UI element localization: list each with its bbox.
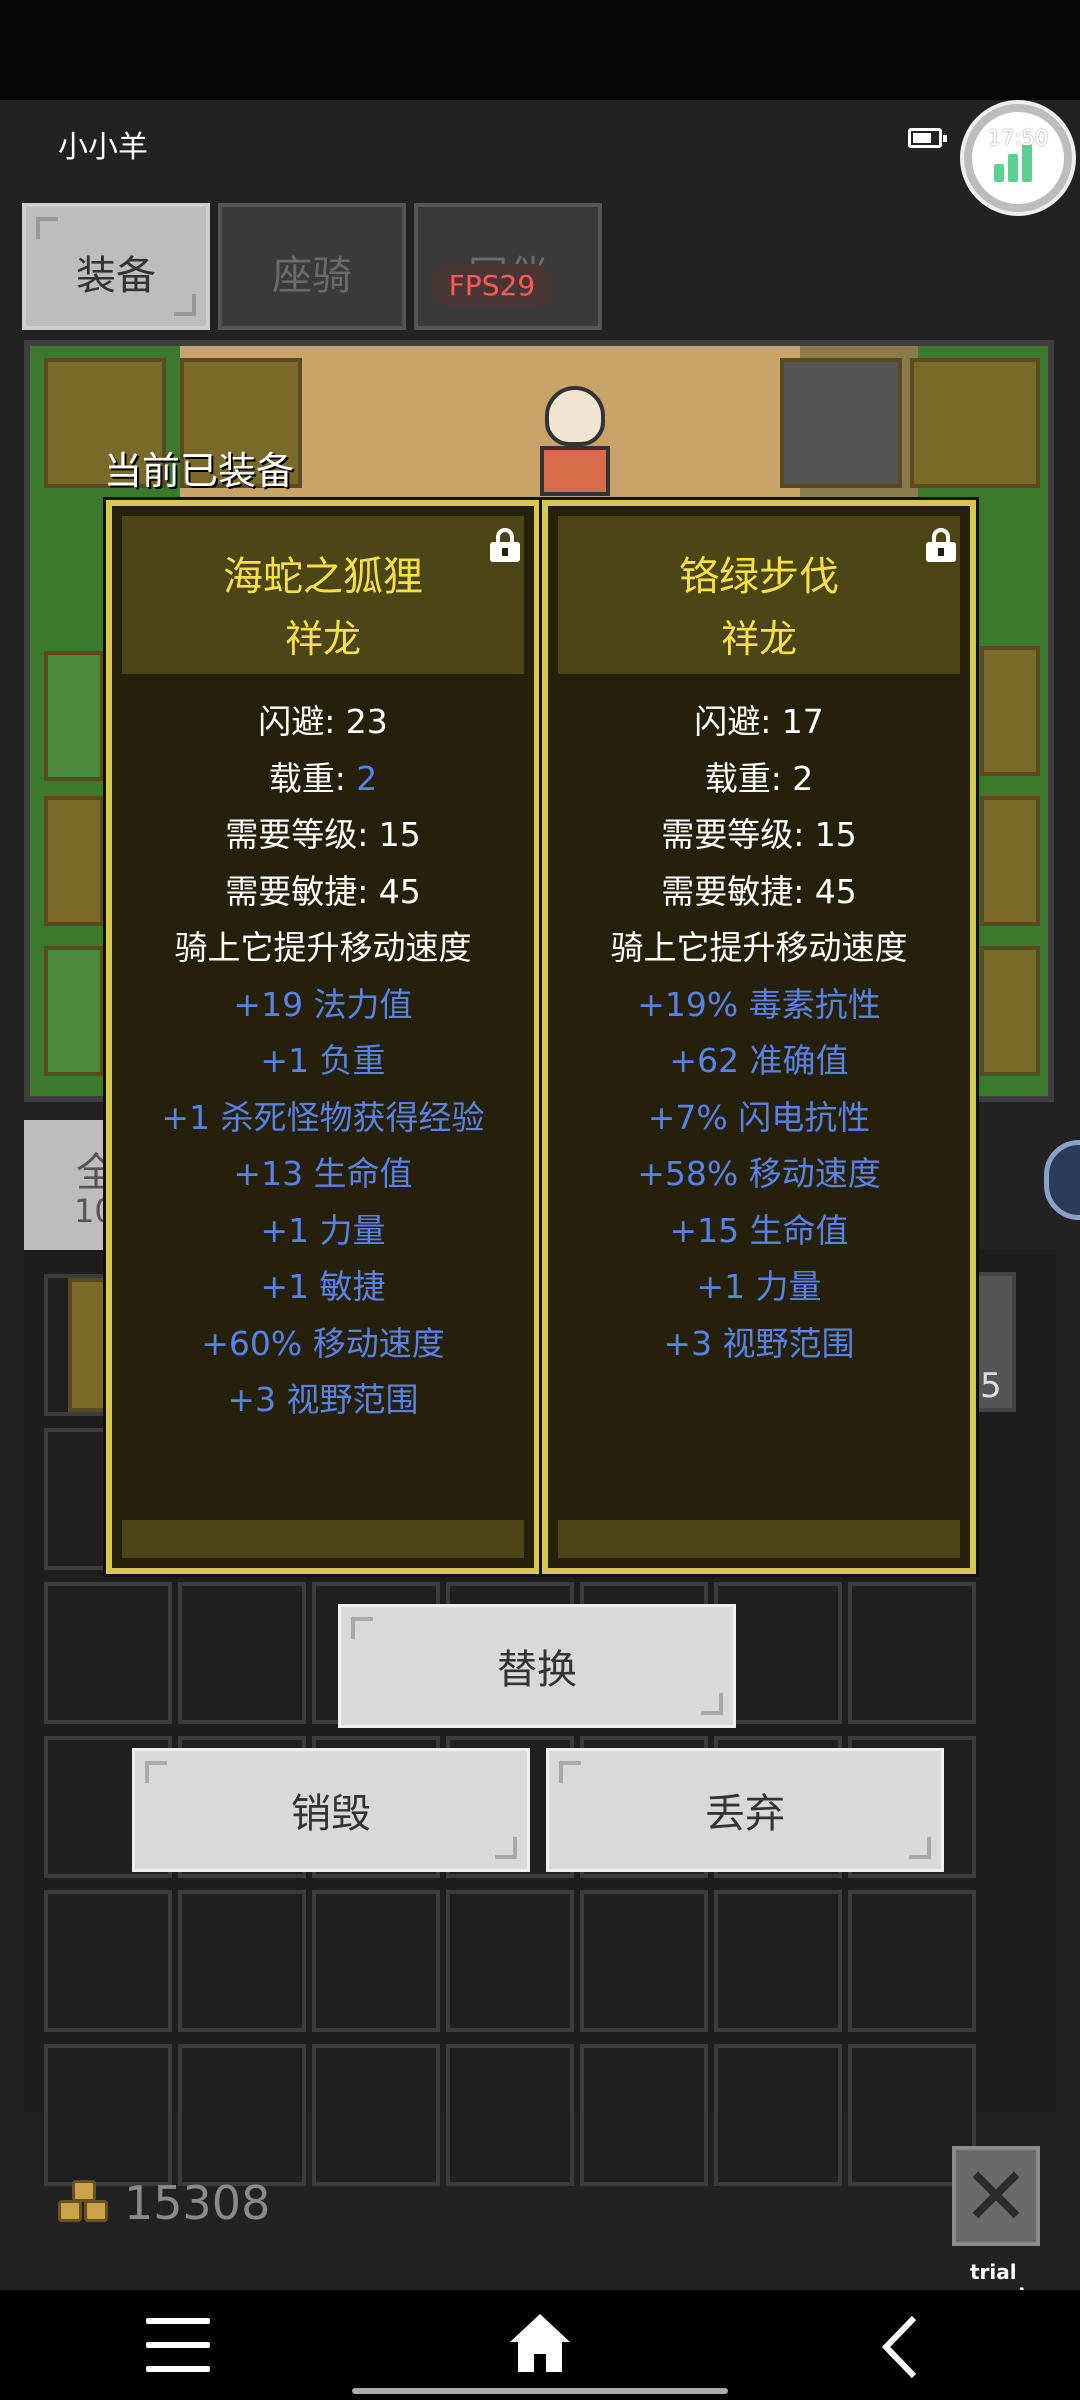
stat-line: +13 生命值 — [233, 1154, 413, 1193]
destroy-button[interactable]: 销毁 — [132, 1748, 530, 1872]
lock-icon[interactable] — [490, 528, 520, 562]
gold-coins-icon — [58, 2180, 112, 2226]
stat-line: +1 力量 — [260, 1210, 386, 1250]
stat-value: 2 — [356, 758, 378, 798]
menu-icon[interactable] — [146, 2318, 210, 2372]
stat-line: +3 视野范围 — [227, 1380, 419, 1419]
inventory-filter-tab[interactable]: 全 10 — [24, 1120, 116, 1250]
stat-line: 骑上它提升移动速度 — [610, 928, 908, 967]
stat-line: +1 力量 — [696, 1267, 822, 1306]
inventory-slot[interactable] — [714, 2044, 842, 2186]
stat-line: 需要等级: 15 — [225, 815, 421, 854]
item-stats: 闪避: 23 载重: 2 需要等级: 15 需要敏捷: 45 骑上它提升移动速度… — [112, 694, 534, 1429]
inventory-slot[interactable] — [44, 1582, 172, 1724]
equip-slot[interactable] — [780, 358, 902, 488]
stat-line: +62 准确值 — [669, 1041, 849, 1080]
button-label: 丢弃 — [705, 1791, 785, 1837]
stat-label: 载重: — [268, 758, 357, 798]
equip-slot[interactable] — [44, 796, 104, 926]
player-name: 小小羊 — [58, 130, 148, 165]
item-name: 海蛇之狐狸 — [223, 554, 423, 600]
inventory-slot[interactable] — [580, 1890, 708, 2032]
inventory-slot[interactable] — [848, 1582, 976, 1724]
equip-slot[interactable] — [980, 946, 1040, 1076]
stat-line: +15 生命值 — [669, 1210, 849, 1250]
fps-widget-icon[interactable]: 17:50 — [960, 100, 1076, 216]
stat-line: +58% 移动速度 — [637, 1154, 881, 1193]
clock-time: 17:50 — [987, 126, 1049, 150]
inventory-item[interactable]: 5 — [970, 1272, 1016, 1412]
stat-line: +1 敏捷 — [260, 1267, 386, 1306]
button-label: 销毁 — [291, 1791, 371, 1837]
close-icon[interactable]: ✕ — [952, 2146, 1040, 2246]
inventory-slot[interactable] — [44, 2044, 172, 2186]
inventory-slot[interactable] — [312, 1890, 440, 2032]
status-bar-top — [0, 0, 1080, 100]
stat-line: +19% 毒素抗性 — [637, 984, 881, 1024]
tab-mount[interactable]: 座骑 — [218, 203, 406, 330]
inventory-slot[interactable] — [714, 1890, 842, 2032]
battery-icon — [908, 128, 947, 148]
stat-line: +7% 闪电抗性 — [647, 1097, 871, 1137]
item-owner: 祥龙 — [284, 617, 361, 661]
equip-slot[interactable] — [980, 646, 1040, 776]
stat-line: 载重: 2 — [704, 758, 814, 798]
item-owner: 祥龙 — [720, 617, 797, 661]
inventory-slot[interactable] — [848, 1890, 976, 2032]
home-indicator[interactable] — [352, 2388, 728, 2394]
stat-line: 闪避: 17 — [694, 702, 824, 741]
inventory-slot[interactable] — [446, 2044, 574, 2186]
button-label: 替换 — [497, 1647, 577, 1693]
discard-button[interactable]: 丢弃 — [546, 1748, 944, 1872]
stat-line: 载重: 2 — [112, 751, 534, 808]
tab-equipment[interactable]: 装备 — [22, 203, 210, 330]
gold-amount: 15308 — [124, 2176, 271, 2230]
back-icon[interactable] — [880, 2314, 920, 2380]
inventory-slot[interactable] — [44, 1890, 172, 2032]
item-card-equipped: 铬绿步伐 祥龙 闪避: 17 载重: 2 需要等级: 15 需要敏捷: 45 骑… — [539, 497, 979, 1577]
tab-label: 装备 — [76, 253, 156, 299]
lock-icon[interactable] — [926, 528, 956, 562]
stat-line: 闪避: 23 — [258, 702, 388, 741]
inventory-slot[interactable] — [312, 2044, 440, 2186]
stat-line: 需要等级: 15 — [661, 815, 857, 854]
fps-counter: FPS29 — [430, 264, 554, 308]
inventory-item[interactable] — [68, 1278, 108, 1412]
inventory-slot[interactable] — [580, 2044, 708, 2186]
stat-line: +1 负重 — [260, 1041, 386, 1080]
stat-line: +19 法力值 — [233, 984, 413, 1024]
inventory-slot[interactable] — [178, 2044, 306, 2186]
stat-line: +1 杀死怪物获得经验 — [161, 1097, 485, 1137]
tab-label: 座骑 — [272, 253, 352, 299]
character-sprite — [530, 386, 620, 496]
inventory-slot[interactable] — [178, 1890, 306, 2032]
equip-slot[interactable] — [44, 946, 104, 1076]
current-equipped-label: 当前已装备 — [104, 449, 295, 493]
inventory-slot[interactable] — [446, 1890, 574, 2032]
item-name: 铬绿步伐 — [679, 554, 839, 600]
replace-button[interactable]: 替换 — [338, 1604, 736, 1728]
stat-line: +3 视野范围 — [663, 1323, 855, 1363]
stat-line: 需要敏捷: 45 — [225, 871, 421, 911]
home-icon[interactable] — [506, 2310, 574, 2374]
inventory-slot[interactable] — [178, 1582, 306, 1724]
equip-slot-amulet[interactable] — [910, 358, 1040, 488]
stat-line: 需要敏捷: 45 — [661, 871, 857, 911]
item-stats: 闪避: 17 载重: 2 需要等级: 15 需要敏捷: 45 骑上它提升移动速度… — [548, 694, 970, 1372]
equip-slot[interactable] — [44, 651, 104, 781]
item-card-new: 海蛇之狐狸 祥龙 闪避: 23 载重: 2 需要等级: 15 需要敏捷: 45 … — [103, 497, 543, 1577]
item-count: 5 — [980, 1366, 1002, 1406]
stat-line: +60% 移动速度 — [201, 1323, 445, 1363]
stat-line: 骑上它提升移动速度 — [174, 928, 472, 967]
equip-slot[interactable] — [980, 796, 1040, 926]
